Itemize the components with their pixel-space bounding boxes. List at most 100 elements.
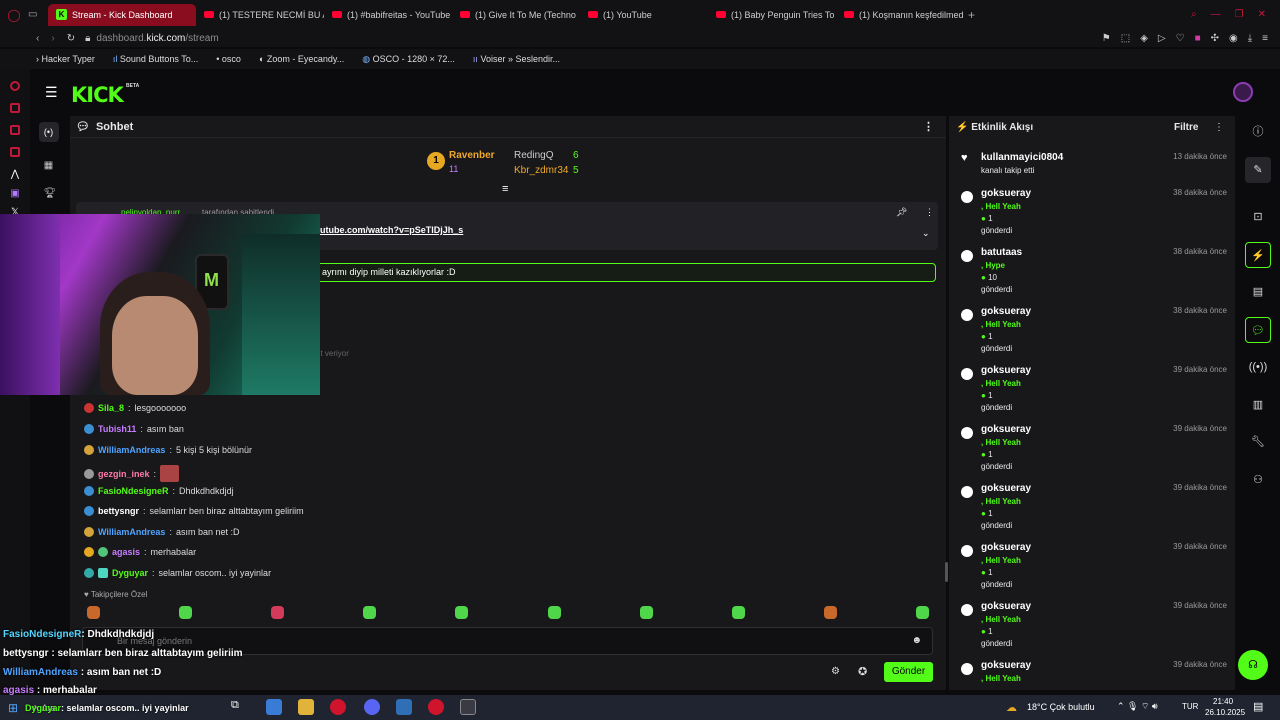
chat-message[interactable]: WilliamAndreas:5 kişi 5 kişi bölünür xyxy=(84,445,252,455)
chat-icon[interactable]: 💬︎ xyxy=(1245,317,1271,343)
language-indicator[interactable]: TUR xyxy=(1182,702,1198,711)
feed-options-icon[interactable]: ⋮ xyxy=(1214,122,1224,133)
chat-message[interactable]: Tubish11: asım ban xyxy=(84,424,184,434)
expand-leaderboard-icon[interactable]: ≡ xyxy=(502,183,508,195)
rewards-icon[interactable]: ✪ xyxy=(858,665,867,678)
tab-youtube-2[interactable]: (1) #babifreitas - YouTube xyxy=(324,4,452,26)
kick-logo[interactable]: KICK xyxy=(71,83,124,107)
chat-message[interactable]: Sila_8: lesgooooooo xyxy=(84,403,186,413)
bookmark-zoom[interactable]: ◐ Zoom - Eyecandy... xyxy=(259,54,344,64)
minimize-button[interactable]: — xyxy=(1211,9,1221,20)
snapshot-icon[interactable]: ⬚ xyxy=(1121,33,1130,44)
emoji-icon[interactable]: ☻ xyxy=(911,635,922,646)
edit-icon[interactable]: ✎ xyxy=(1245,157,1271,183)
emote-8[interactable] xyxy=(732,606,745,619)
task-view-icon[interactable]: ⧉ xyxy=(231,699,247,715)
chat-message[interactable]: gezgin_inek: xyxy=(84,465,180,482)
chat-message[interactable]: FasioNdesigneR: Dhdkdhdkdjdj xyxy=(84,486,234,496)
emote-3[interactable] xyxy=(271,606,284,619)
chat-message[interactable]: WilliamAndreas: asım ban net :D xyxy=(84,527,240,537)
pinned-options-icon[interactable]: ⋮ xyxy=(925,207,934,218)
file-explorer-icon[interactable] xyxy=(298,699,314,715)
tab-youtube-6[interactable]: (1) Koşmanın keşfedilmed xyxy=(836,4,964,26)
bookmark-hacker-typer[interactable]: › Hacker Typer xyxy=(36,54,95,64)
hamburger-menu-icon[interactable]: ☰ xyxy=(45,84,58,101)
notifications-icon[interactable]: ▤ xyxy=(1253,700,1263,713)
sidebar-games-icon[interactable] xyxy=(10,125,20,135)
chevron-down-icon[interactable]: ⌄ xyxy=(922,228,930,239)
tray-icons[interactable]: ⌃ 🎙︎ ⌔ 🔊︎ xyxy=(1117,701,1158,712)
layout-icon[interactable]: ▥ xyxy=(1245,392,1271,418)
tab-youtube-3[interactable]: (1) Give It To Me (Techno xyxy=(452,4,580,26)
leader-3-name[interactable]: Kbr_zdmr34 xyxy=(514,165,568,176)
pinned-link[interactable]: utube.com/watch?v=pSeTlDjJh_s xyxy=(320,225,463,235)
clock-date[interactable]: 26.10.2025 xyxy=(1205,708,1245,717)
emote-10[interactable] xyxy=(916,606,929,619)
send-button[interactable]: Gönder xyxy=(884,662,933,682)
opera-gx-icon[interactable] xyxy=(330,699,346,715)
back-icon[interactable]: ‹ xyxy=(36,33,39,44)
bookmark-icon[interactable]: ⚑ xyxy=(1102,33,1111,44)
chat-settings-icon[interactable]: ⚙ xyxy=(831,666,840,677)
close-button[interactable]: ✕ xyxy=(1258,9,1266,20)
info-icon[interactable]: ⓘ xyxy=(1245,119,1271,145)
play-icon[interactable]: ▷ xyxy=(1158,33,1166,44)
filter-button[interactable]: Filtre xyxy=(1174,122,1198,133)
sidebar-shop-icon[interactable] xyxy=(10,103,20,113)
sidebar-twitch-app-icon[interactable]: ▣ xyxy=(0,188,30,199)
download-icon[interactable]: ⤓ xyxy=(1248,33,1252,44)
profile-icon[interactable]: ◉ xyxy=(1229,33,1238,44)
sidebar-extensions-icon[interactable]: ⋀ xyxy=(0,169,30,180)
nav-trophy-icon[interactable]: 🏆︎ xyxy=(44,188,57,199)
vpn-icon[interactable]: ◈ xyxy=(1140,33,1148,44)
emote-1[interactable] xyxy=(87,606,100,619)
search-tabs-icon[interactable]: ⌕ xyxy=(1191,9,1197,20)
nav-analytics-icon[interactable]: ▦ xyxy=(44,160,54,171)
support-icon[interactable]: ☊ xyxy=(1238,650,1268,680)
pin-icon[interactable]: 📌︎ xyxy=(896,207,907,218)
tab-kick-dashboard[interactable]: K Stream - Kick Dashboard xyxy=(48,3,196,26)
taskbar-app-2[interactable] xyxy=(396,699,412,715)
opera-logo-icon[interactable]: ◯ xyxy=(0,8,28,22)
emote-7[interactable] xyxy=(640,606,653,619)
chat-message[interactable]: agasis: merhabalar xyxy=(84,547,196,557)
wrench-icon[interactable]: 🔧︎ xyxy=(1245,429,1271,455)
start-icon[interactable]: ⊞ xyxy=(8,701,18,715)
taskbar-app[interactable] xyxy=(266,699,282,715)
bookmark-sound-buttons[interactable]: ıl Sound Buttons To... xyxy=(113,54,198,64)
emote-2[interactable] xyxy=(179,606,192,619)
new-tab-button[interactable]: + xyxy=(968,8,975,22)
emote-9[interactable] xyxy=(824,606,837,619)
bookmark-osco-1280[interactable]: ◍ OSCO - 1280 × 72... xyxy=(362,54,455,65)
bookmark-voiser[interactable]: ıı Voiser » Seslendir... xyxy=(473,54,560,64)
tab-youtube-1[interactable]: (1) TESTERE NECMİ BU A xyxy=(196,4,324,26)
chat-message[interactable]: bettysngr: selamlarr ben biraz alttabtayı… xyxy=(84,506,304,516)
users-icon[interactable]: ⚇ xyxy=(1245,467,1271,493)
maximize-button[interactable]: ❐ xyxy=(1235,9,1244,20)
tab-menu-icon[interactable]: ▭ xyxy=(28,9,48,20)
menu-icon[interactable]: ≡ xyxy=(1262,33,1268,44)
emote-4[interactable] xyxy=(363,606,376,619)
sidebar-aria-icon[interactable] xyxy=(10,81,20,91)
reload-icon[interactable]: ↻ xyxy=(67,33,75,44)
clipboard-icon[interactable]: ▤ xyxy=(1245,279,1271,305)
leader-2-name[interactable]: RedingQ xyxy=(514,150,553,161)
sidebar-twitch-icon[interactable] xyxy=(10,147,20,157)
nav-stream-icon[interactable]: (•) xyxy=(38,122,59,142)
activity-icon[interactable]: ⚡ xyxy=(1245,242,1271,268)
extension-icon[interactable]: ■ xyxy=(1195,33,1201,44)
obs-icon[interactable] xyxy=(460,699,476,715)
bookmark-osco[interactable]: • osco xyxy=(216,54,241,64)
emote-6[interactable] xyxy=(548,606,561,619)
discord-icon[interactable] xyxy=(364,699,380,715)
emote-5[interactable] xyxy=(455,606,468,619)
chat-message[interactable]: Dyguyar: selamlar oscom.. iyi yayinlar xyxy=(84,568,271,578)
clock-time[interactable]: 21:40 xyxy=(1213,697,1233,706)
url-field[interactable]: dashboard.kick.com/stream xyxy=(96,33,218,44)
leader-1-name[interactable]: Ravenber xyxy=(449,150,495,161)
chat-options-icon[interactable]: ⋮ xyxy=(923,120,934,133)
tab-youtube-4[interactable]: (1) YouTube xyxy=(580,4,708,26)
heart-icon[interactable]: ♡ xyxy=(1176,33,1185,44)
broadcast-icon[interactable]: ((•)) xyxy=(1245,354,1271,380)
puzzle-icon[interactable]: ✣ xyxy=(1211,33,1219,44)
